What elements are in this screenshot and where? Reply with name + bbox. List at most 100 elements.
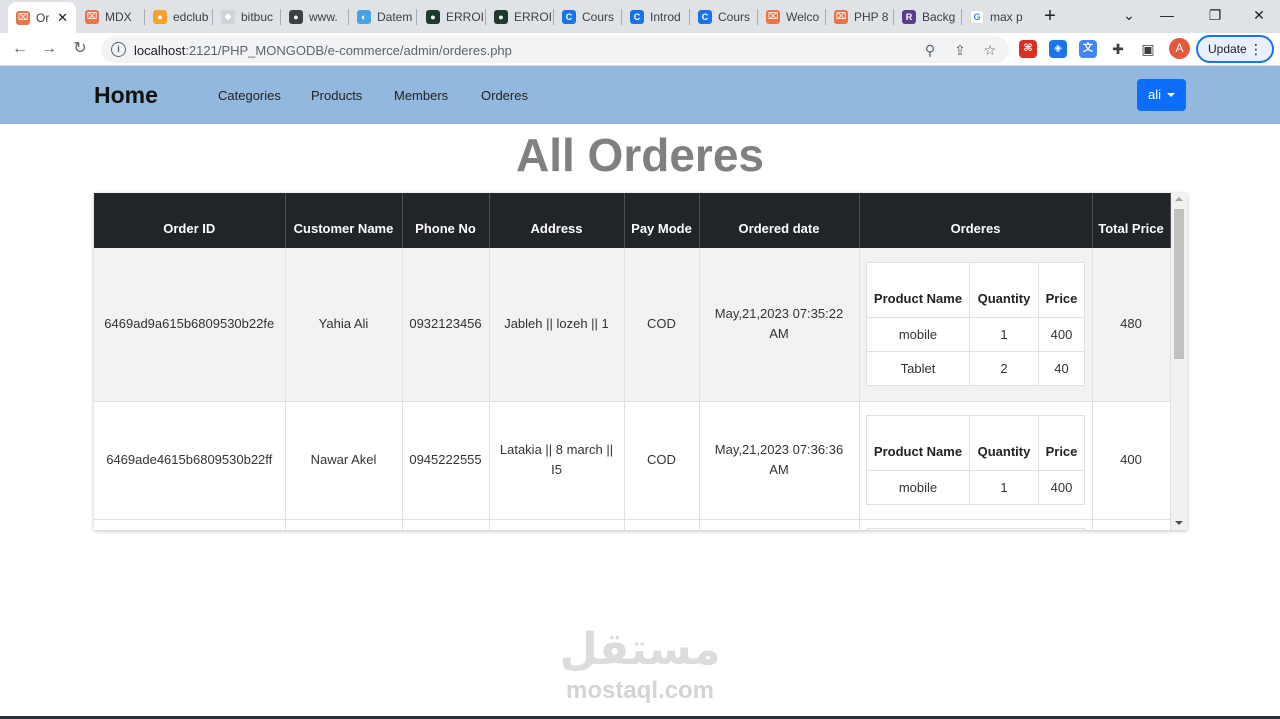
header-orderes: Orderes: [859, 193, 1093, 248]
url-host: localhost: [134, 43, 186, 58]
menu-dots-icon[interactable]: ⋮: [1249, 37, 1263, 61]
share-icon[interactable]: ⇪: [951, 41, 969, 59]
address-bar[interactable]: i localhost:2121/PHP_MONGODB/e-commerce/…: [101, 36, 1009, 63]
header-order-id: Order ID: [94, 193, 286, 248]
caret-down-icon: [1167, 93, 1175, 97]
header-ordered-date: Ordered date: [699, 193, 860, 248]
scroll-down-icon[interactable]: [1175, 521, 1183, 525]
scrollbar-thumb[interactable]: [1174, 209, 1184, 359]
forward-icon[interactable]: →: [38, 38, 60, 60]
nav-link-categories[interactable]: Categories: [218, 88, 281, 103]
header-customer-name: Customer Name: [285, 193, 403, 248]
nav-link-products[interactable]: Products: [311, 88, 362, 103]
tab-search-icon[interactable]: ⌄: [1118, 4, 1140, 26]
page-title: All Orderes: [516, 129, 764, 181]
orders-table: Order ID Customer Name Phone No Address …: [94, 193, 1171, 530]
header-total-price: Total Price: [1092, 193, 1171, 248]
brand-home-link[interactable]: Home: [94, 82, 158, 109]
table-row: 6469ade4615b6809530b22ff Nawar Akel 094522…: [94, 401, 1171, 520]
reload-icon[interactable]: ↻: [69, 38, 91, 60]
url-path: :2121/PHP_MONGODB/e-commerce/admin/order…: [185, 43, 512, 58]
tab-favicon-icon: ⌧: [85, 9, 99, 24]
item-quantity: 1: [969, 470, 1039, 505]
profile-avatar[interactable]: A: [1169, 38, 1190, 59]
header-phone-no: Phone No: [402, 193, 490, 248]
cell-address: Jableh || lozeh || 1: [489, 248, 625, 402]
items-header-price: Price: [1038, 262, 1085, 319]
browser-tab[interactable]: ⌧ MDX: [77, 4, 143, 29]
browser-tab[interactable]: ⌧ PHP 8: [826, 4, 892, 29]
translate-extension-icon[interactable]: 文: [1079, 40, 1097, 58]
browser-tab[interactable]: ◆ bitbuc: [213, 4, 279, 29]
browser-tab[interactable]: R Backg: [894, 4, 960, 29]
tab-title: bitbuc: [241, 9, 274, 24]
update-button[interactable]: Update ⋮: [1196, 35, 1274, 63]
user-dropdown-button[interactable]: ali: [1137, 79, 1186, 111]
scroll-up-icon[interactable]: [1175, 197, 1183, 201]
cell-pay-mode: COD: [624, 401, 700, 520]
browser-tab[interactable]: ◐ Datem: [349, 4, 415, 29]
cell-total-price: 480: [1092, 248, 1171, 402]
site-info-icon[interactable]: i: [111, 42, 126, 57]
item-quantity: 1: [969, 317, 1039, 353]
browser-tab[interactable]: C Cours: [690, 4, 756, 29]
nav-link-orderes[interactable]: Orderes: [481, 88, 528, 103]
cell-partial: [285, 519, 403, 530]
browser-tab[interactable]: ⌧ Or ✕: [8, 2, 76, 33]
order-item-row: mobile 1 400: [866, 317, 1085, 353]
nav-link-members[interactable]: Members: [394, 88, 448, 103]
orders-table-container[interactable]: Order ID Customer Name Phone No Address …: [94, 193, 1187, 530]
browser-tab[interactable]: ● ERROI: [418, 4, 484, 29]
tab-title: www.: [309, 9, 338, 24]
browser-tab[interactable]: ● www.: [281, 4, 347, 29]
side-panel-icon[interactable]: ▣: [1139, 40, 1157, 58]
cell-customer-name: Yahia Ali: [285, 248, 403, 402]
item-name: Tablet: [866, 351, 970, 387]
tab-separator: [416, 9, 417, 25]
item-price: 400: [1038, 470, 1085, 505]
tab-title: ERROI: [446, 9, 484, 24]
table-row-partial: [94, 519, 1171, 530]
order-item-row: Tablet 2 40: [866, 351, 1085, 387]
back-icon[interactable]: ←: [9, 38, 31, 60]
cell-phone-no: 0945222555: [402, 401, 490, 520]
browser-toolbar: ← → ↻ i localhost:2121/PHP_MONGODB/e-com…: [0, 33, 1280, 66]
browser-tab[interactable]: ● edclub: [145, 4, 211, 29]
restore-icon[interactable]: ❐: [1204, 4, 1226, 26]
tab-title: Introd: [650, 9, 681, 24]
tab-favicon-icon: C: [698, 9, 712, 24]
cell-partial: [624, 519, 700, 530]
cell-partial: [94, 519, 286, 530]
browser-tab[interactable]: ⌧ Welco: [758, 4, 824, 29]
bookmark-star-icon[interactable]: ☆: [981, 41, 999, 59]
close-window-icon[interactable]: ✕: [1248, 4, 1270, 26]
browser-tab[interactable]: C Cours: [554, 4, 620, 29]
tab-favicon-icon: C: [630, 9, 644, 24]
browser-tab[interactable]: Gmax p: [962, 4, 1028, 29]
items-header-quantity: Quantity: [969, 415, 1039, 471]
cell-address: Latakia || 8 march || I5: [489, 401, 625, 520]
browser-tab[interactable]: ● ERROI: [486, 4, 552, 29]
pdf-extension-icon[interactable]: ⌘: [1019, 40, 1037, 58]
minimize-icon[interactable]: —: [1156, 4, 1178, 26]
shield-extension-icon[interactable]: ◈: [1049, 40, 1067, 58]
item-quantity: 2: [969, 351, 1039, 387]
cell-total-price: 400: [1092, 401, 1171, 520]
tab-close-icon[interactable]: ✕: [57, 10, 68, 26]
update-label: Update: [1208, 42, 1247, 56]
new-tab-button[interactable]: +: [1040, 5, 1060, 27]
extensions-puzzle-icon[interactable]: ✚: [1109, 40, 1127, 58]
site-navbar: Home Categories Products Members Orderes…: [0, 66, 1280, 124]
tab-title: Or: [36, 10, 50, 25]
table-scrollbar[interactable]: [1171, 193, 1187, 530]
cell-ordered-date: May,21,2023 07:35:22 AM: [699, 248, 860, 402]
browser-tab-bar: + ⌄ — ❐ ✕ ⌧ Or ✕ ⌧ MDX ● edclub ◆ bitbuc ● www. ◐ Da…: [0, 0, 1280, 33]
tab-title: Cours: [718, 9, 751, 24]
cell-partial: [699, 519, 860, 530]
zoom-icon[interactable]: ⚲: [921, 41, 939, 59]
user-name: ali: [1148, 87, 1162, 102]
items-header-product-name: Product Name: [866, 262, 970, 319]
tab-favicon-icon: G: [970, 9, 984, 24]
items-header-product-name: Product Name: [866, 415, 970, 471]
browser-tab[interactable]: C Introd: [622, 4, 688, 29]
